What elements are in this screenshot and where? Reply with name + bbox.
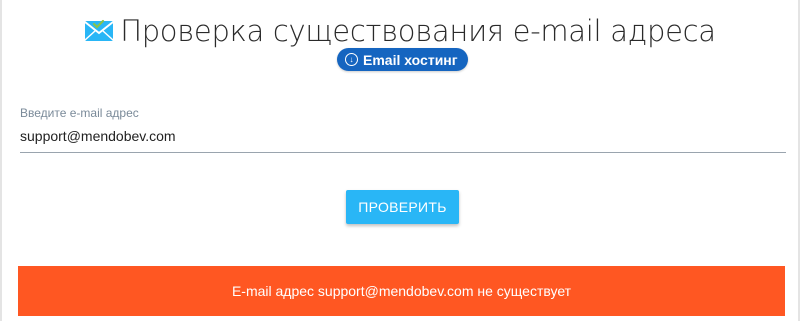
check-button[interactable]: ПРОВЕРИТЬ [346, 190, 459, 224]
email-field-label: Введите e-mail адрес [20, 106, 139, 120]
envelope-check-icon [84, 19, 114, 43]
result-message-text: E-mail адрес support@mendobev.com не сущ… [231, 283, 572, 299]
page-header: Проверка существования e-mail адреса [0, 14, 800, 48]
title-row: Проверка существования e-mail адреса [84, 14, 716, 48]
download-circle-icon: ↓ [345, 53, 358, 66]
email-input[interactable] [20, 126, 786, 153]
page-title: Проверка существования e-mail адреса [120, 14, 716, 48]
result-message: E-mail адрес support@mendobev.com не сущ… [18, 266, 785, 316]
email-hosting-badge-label: Email хостинг [363, 51, 458, 68]
email-hosting-badge[interactable]: ↓ Email хостинг [337, 48, 468, 71]
email-field-group: Введите e-mail адрес [20, 106, 786, 153]
